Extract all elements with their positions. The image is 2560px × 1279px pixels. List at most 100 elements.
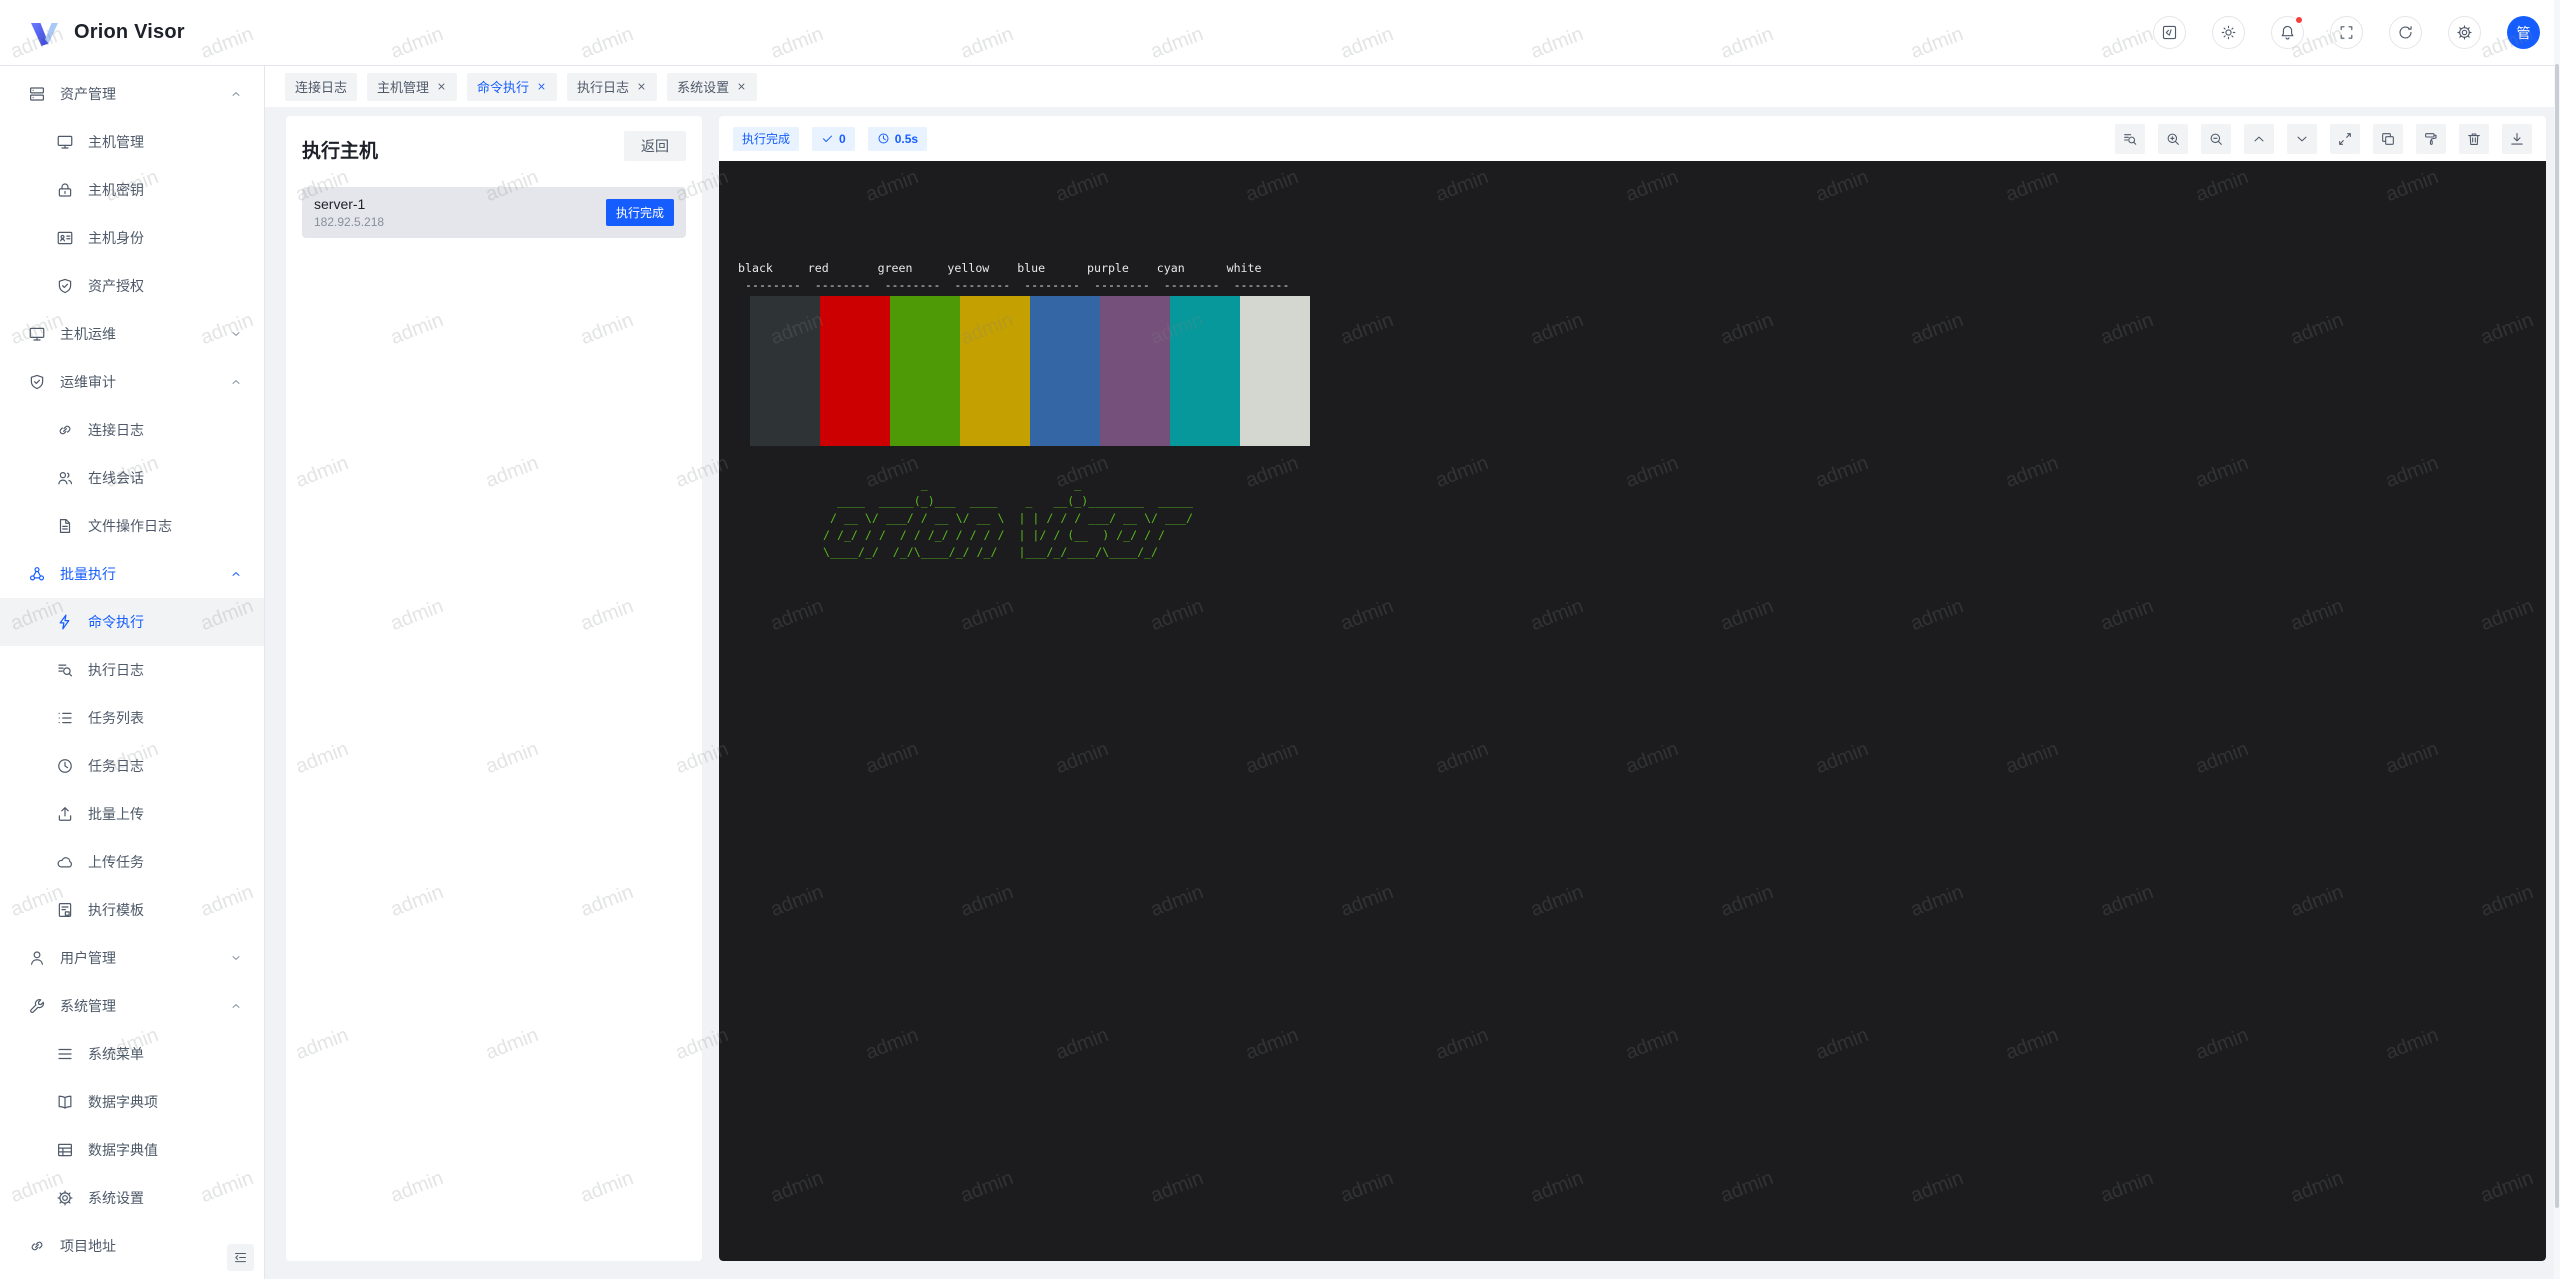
tab-host-manage[interactable]: 主机管理 xyxy=(367,73,457,101)
template-icon xyxy=(56,901,74,919)
sidebar-item-dict-key[interactable]: 数据字典项 xyxy=(0,1078,264,1126)
sidebar-item-asset-grant[interactable]: 资产授权 xyxy=(0,262,264,310)
expand-button[interactable] xyxy=(2330,124,2360,154)
chevron-up-icon xyxy=(230,568,242,580)
trash-icon xyxy=(2466,131,2482,147)
sidebar-item-exec-log[interactable]: 执行日志 xyxy=(0,646,264,694)
sidebar-group-ops-audit[interactable]: 运维审计 xyxy=(0,358,264,406)
color-swatch-white xyxy=(1240,296,1310,446)
sidebar-item-batch-upload[interactable]: 批量上传 xyxy=(0,790,264,838)
sidebar-item-host-identity[interactable]: 主机身份 xyxy=(0,214,264,262)
terminal-output[interactable]: black red green yellow blue purple cyan … xyxy=(719,161,2546,1261)
menu-icon xyxy=(56,1045,74,1063)
copy-icon xyxy=(2380,131,2396,147)
terminal-panel: 执行完成 0 0.5s black red gr xyxy=(719,116,2546,1261)
settings-button[interactable] xyxy=(2448,16,2481,49)
exit-code-badge: 0 xyxy=(812,127,855,151)
gear-icon xyxy=(56,1189,74,1207)
terminal-color-labels: black red green yellow blue purple cyan … xyxy=(719,161,2546,277)
clock-icon xyxy=(56,757,74,775)
scrollbar-thumb[interactable] xyxy=(2555,64,2559,1208)
terminal-header: 执行完成 0 0.5s xyxy=(719,116,2546,161)
tab-connect-log[interactable]: 连接日志 xyxy=(285,73,357,101)
cloud-icon xyxy=(56,853,74,871)
tab-command-exec[interactable]: 命令执行 xyxy=(467,73,557,101)
sidebar-item-system-setting[interactable]: 系统设置 xyxy=(0,1174,264,1222)
close-icon[interactable] xyxy=(536,81,547,92)
sidebar-group-user-manage[interactable]: 用户管理 xyxy=(0,934,264,982)
sidebar-collapse-button[interactable] xyxy=(227,1244,254,1271)
search-log-button[interactable] xyxy=(2115,124,2145,154)
content-area: 执行主机 返回 server-1 182.92.5.218 执行完成 执行完成 … xyxy=(265,107,2554,1279)
zoom-in-icon xyxy=(2165,131,2181,147)
link-icon xyxy=(56,421,74,439)
zoom-out-icon xyxy=(2208,131,2224,147)
main-area: 连接日志 主机管理 命令执行 执行日志 系统设置 执行主机 返回 server-… xyxy=(265,66,2560,1279)
sidebar-group-host-ops[interactable]: 主机运维 xyxy=(0,310,264,358)
terminal-color-underlines: -------- -------- -------- -------- ----… xyxy=(719,277,2546,294)
app-header: Orion Visor 管 xyxy=(0,0,2560,66)
sidebar-item-system-menu[interactable]: 系统菜单 xyxy=(0,1030,264,1078)
sidebar-item-exec-template[interactable]: 执行模板 xyxy=(0,886,264,934)
sidebar-item-upload-task[interactable]: 上传任务 xyxy=(0,838,264,886)
page-scrollbar[interactable] xyxy=(2554,0,2560,1279)
shield-check-icon xyxy=(28,373,46,391)
chevron-down-icon xyxy=(230,328,242,340)
sidebar-item-host-manage[interactable]: 主机管理 xyxy=(0,118,264,166)
logo-v-icon xyxy=(28,16,62,50)
chevron-down-icon xyxy=(2294,131,2310,147)
sidebar-item-task-list[interactable]: 任务列表 xyxy=(0,694,264,742)
download-button[interactable] xyxy=(2502,124,2532,154)
sidebar-item-command-exec[interactable]: 命令执行 xyxy=(0,598,264,646)
clear-style-button[interactable] xyxy=(2416,124,2446,154)
close-icon[interactable] xyxy=(436,81,447,92)
sidebar-group-batch-exec[interactable]: 批量执行 xyxy=(0,550,264,598)
sidebar-group-system-manage[interactable]: 系统管理 xyxy=(0,982,264,1030)
zoom-in-button[interactable] xyxy=(2158,124,2188,154)
tab-exec-log[interactable]: 执行日志 xyxy=(567,73,657,101)
chevron-up-icon xyxy=(2251,131,2267,147)
paint-roller-icon xyxy=(2423,131,2439,147)
zoom-out-button[interactable] xyxy=(2201,124,2231,154)
host-list-item[interactable]: server-1 182.92.5.218 执行完成 xyxy=(302,187,686,238)
theme-toggle-button[interactable] xyxy=(2212,16,2245,49)
download-icon xyxy=(2509,131,2525,147)
sidebar-item-online-session[interactable]: 在线会话 xyxy=(0,454,264,502)
color-swatch-black xyxy=(750,296,820,446)
refresh-button[interactable] xyxy=(2389,16,2422,49)
tab-bar: 连接日志 主机管理 命令执行 执行日志 系统设置 xyxy=(265,66,2560,107)
color-swatch-blue xyxy=(1030,296,1100,446)
check-icon xyxy=(821,132,834,145)
code-square-icon xyxy=(2161,24,2178,41)
gear-icon xyxy=(2456,24,2473,41)
terminal-toolbar xyxy=(2102,124,2532,154)
notifications-button[interactable] xyxy=(2271,16,2304,49)
sidebar-item-file-op-log[interactable]: 文件操作日志 xyxy=(0,502,264,550)
clear-screen-button[interactable] xyxy=(2459,124,2489,154)
fullscreen-button[interactable] xyxy=(2330,16,2363,49)
host-address: 182.92.5.218 xyxy=(314,215,384,229)
chevron-up-icon xyxy=(230,1000,242,1012)
copy-button[interactable] xyxy=(2373,124,2403,154)
back-button[interactable]: 返回 xyxy=(624,131,686,161)
chevron-up-icon xyxy=(230,88,242,100)
sidebar-item-dict-value[interactable]: 数据字典值 xyxy=(0,1126,264,1174)
sidebar-item-task-log[interactable]: 任务日志 xyxy=(0,742,264,790)
duration-badge: 0.5s xyxy=(868,127,927,151)
sidebar-group-asset-manage[interactable]: 资产管理 xyxy=(0,70,264,118)
sidebar-item-project-url[interactable]: 项目地址 xyxy=(0,1222,264,1270)
tab-system-setting[interactable]: 系统设置 xyxy=(667,73,757,101)
close-icon[interactable] xyxy=(736,81,747,92)
user-avatar[interactable]: 管 xyxy=(2507,16,2540,49)
shield-check-icon xyxy=(56,277,74,295)
scroll-top-button[interactable] xyxy=(2244,124,2274,154)
color-swatch-yellow xyxy=(960,296,1030,446)
app-logo: Orion Visor xyxy=(28,16,185,50)
sidebar-menu: 资产管理 主机管理 主机密钥 主机身份 资产授权 主机运维 运维审计 连接日志 … xyxy=(0,66,265,1279)
sidebar-item-host-key[interactable]: 主机密钥 xyxy=(0,166,264,214)
close-icon[interactable] xyxy=(636,81,647,92)
api-docs-button[interactable] xyxy=(2153,16,2186,49)
notification-dot xyxy=(2295,16,2303,24)
scroll-bottom-button[interactable] xyxy=(2287,124,2317,154)
sidebar-item-connect-log[interactable]: 连接日志 xyxy=(0,406,264,454)
